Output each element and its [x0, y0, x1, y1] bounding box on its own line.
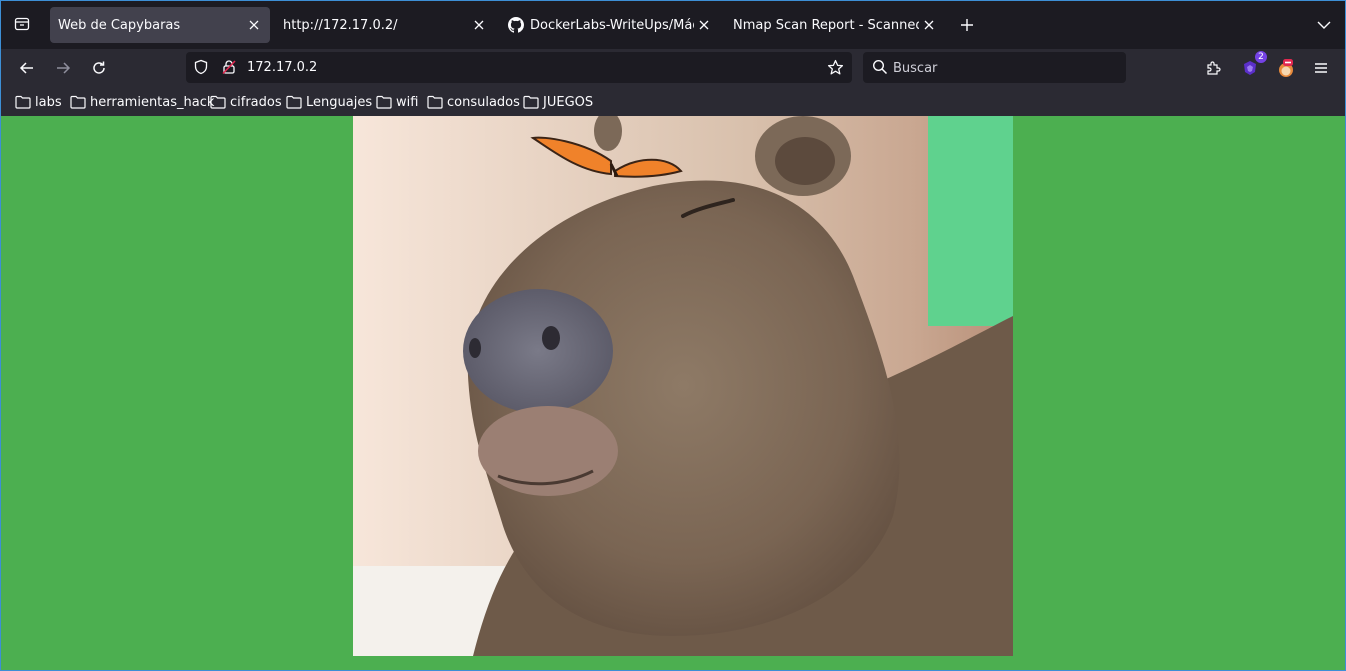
bookmark-folder-labs[interactable]: labs	[15, 92, 62, 112]
github-icon	[508, 17, 524, 33]
search-input[interactable]	[893, 59, 1113, 77]
tab-strip: Web de Capybaras http://172.17.0.2/ Dock…	[1, 1, 1345, 49]
bookmark-label: Lenguajes	[306, 94, 373, 110]
tab-172-17-0-2[interactable]: http://172.17.0.2/	[275, 7, 495, 43]
folder-icon	[15, 95, 31, 109]
bookmark-star-icon[interactable]	[827, 59, 844, 80]
url-text[interactable]: 172.17.0.2	[247, 60, 317, 75]
tab-title: DockerLabs-WriteUps/Máquinas	[530, 17, 694, 33]
tab-title: Web de Capybaras	[58, 17, 181, 33]
hamburger-menu-icon	[1315, 63, 1327, 73]
tab-close-button[interactable]	[919, 15, 939, 35]
reload-icon	[93, 61, 105, 74]
new-tab-button[interactable]	[955, 13, 979, 37]
folder-icon	[286, 95, 302, 109]
bookmark-label: cifrados	[230, 94, 282, 110]
firefox-view-button[interactable]	[10, 12, 34, 36]
folder-icon	[210, 95, 226, 109]
bookmark-label: herramientas_hack	[90, 94, 215, 110]
tab-web-de-capybaras[interactable]: Web de Capybaras	[50, 7, 270, 43]
back-arrow-icon	[19, 62, 33, 74]
extension-fox-icon	[1279, 59, 1293, 77]
close-icon	[474, 20, 484, 30]
tab-nmap-scan-report[interactable]: Nmap Scan Report - Scanned at M	[725, 7, 945, 43]
puzzle-icon	[1207, 61, 1221, 75]
list-all-tabs-button[interactable]	[1312, 13, 1336, 37]
tab-title: Nmap Scan Report - Scanned at M	[733, 17, 919, 33]
tab-title: http://172.17.0.2/	[283, 17, 398, 33]
bookmarks-toolbar: labs herramientas_hack cifrados Lenguaje…	[1, 87, 1345, 116]
tracking-protection-shield-icon[interactable]	[193, 59, 209, 79]
bookmark-label: JUEGOS	[543, 94, 594, 110]
reload-button[interactable]	[86, 55, 112, 81]
bookmark-label: wifi	[396, 94, 419, 110]
url-bar[interactable]: 172.17.0.2	[186, 52, 852, 83]
extension-button-purple[interactable]: 2	[1237, 51, 1267, 81]
tab-close-button[interactable]	[244, 15, 264, 35]
capybara-image	[353, 116, 1013, 656]
search-bar[interactable]	[863, 52, 1126, 83]
bookmark-folder-juegos[interactable]: JUEGOS	[523, 92, 593, 112]
bookmark-label: consulados	[447, 94, 520, 110]
insecure-lock-icon[interactable]	[221, 59, 237, 79]
close-icon	[249, 20, 259, 30]
capybara-photo	[353, 116, 1013, 656]
close-icon	[924, 20, 934, 30]
extensions-button[interactable]	[1200, 55, 1226, 81]
bookmark-folder-wifi[interactable]: wifi	[376, 92, 418, 112]
folder-icon	[70, 95, 86, 109]
bookmark-folder-herramientas-hack[interactable]: herramientas_hack	[70, 92, 214, 112]
plus-icon	[961, 19, 973, 31]
bookmark-folder-cifrados[interactable]: cifrados	[210, 92, 282, 112]
bookmark-label: labs	[35, 94, 62, 110]
tab-close-button[interactable]	[694, 15, 714, 35]
firefox-view-icon	[14, 17, 30, 31]
search-icon	[872, 59, 888, 79]
folder-icon	[523, 95, 539, 109]
extension-button-fox[interactable]	[1273, 55, 1299, 81]
chevron-down-icon	[1317, 21, 1331, 29]
folder-icon	[376, 95, 392, 109]
forward-button[interactable]	[50, 55, 76, 81]
extension-badge: 2	[1255, 51, 1267, 63]
folder-icon	[427, 95, 443, 109]
close-icon	[699, 20, 709, 30]
page-content	[1, 116, 1345, 670]
tab-close-button[interactable]	[469, 15, 489, 35]
navigation-toolbar: 172.17.0.2 2	[1, 49, 1345, 87]
back-button[interactable]	[14, 55, 40, 81]
app-menu-button[interactable]	[1308, 55, 1334, 81]
bookmark-folder-consulados[interactable]: consulados	[427, 92, 520, 112]
forward-arrow-icon	[57, 62, 71, 74]
bookmark-folder-lenguajes[interactable]: Lenguajes	[286, 92, 372, 112]
tab-dockerlabs-writeups[interactable]: DockerLabs-WriteUps/Máquinas	[500, 7, 720, 43]
